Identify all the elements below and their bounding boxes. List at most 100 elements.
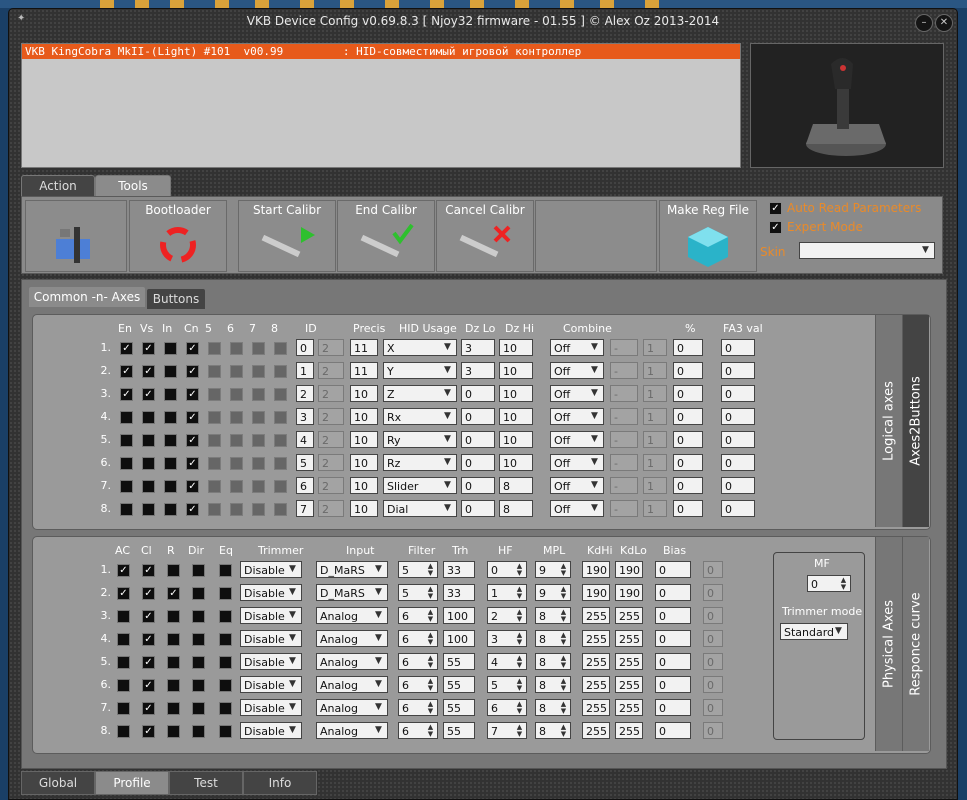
vs-checkbox[interactable] — [142, 503, 155, 516]
r-checkbox[interactable] — [167, 656, 180, 669]
trh-field[interactable]: 55 — [443, 699, 475, 716]
extra-checkbox[interactable] — [230, 434, 243, 447]
hid-usage-select[interactable]: Ry ▼ — [383, 431, 457, 448]
percent-field[interactable]: 0 — [673, 454, 703, 471]
in-checkbox[interactable] — [164, 411, 177, 424]
extra-checkbox[interactable] — [274, 365, 287, 378]
down-arrow-icon[interactable]: ▼ — [515, 616, 524, 623]
hid-usage-select[interactable]: Y ▼ — [383, 362, 457, 379]
in-checkbox[interactable] — [164, 365, 177, 378]
dir-checkbox[interactable] — [192, 633, 205, 646]
precis-field[interactable]: 10 — [350, 431, 378, 448]
precis-field[interactable]: 10 — [350, 477, 378, 494]
extra-checkbox[interactable] — [208, 480, 221, 493]
cl-checkbox[interactable]: ✓ — [142, 679, 155, 692]
input-select[interactable]: Analog ▼ — [316, 630, 388, 647]
minimize-button[interactable]: – — [915, 14, 933, 32]
precis-field[interactable]: 10 — [350, 500, 378, 517]
en-checkbox[interactable]: ✓ — [120, 388, 133, 401]
kdlo-field[interactable]: 255 — [615, 630, 643, 647]
extra-checkbox[interactable] — [274, 457, 287, 470]
precis-field[interactable]: 10 — [350, 454, 378, 471]
skin-select[interactable]: ▼ — [799, 242, 935, 259]
extra-checkbox[interactable] — [208, 503, 221, 516]
tab-global[interactable]: Global — [21, 771, 95, 795]
eq-checkbox[interactable] — [219, 679, 232, 692]
hf-stepper[interactable]: 5 ▲ ▼ — [487, 676, 527, 693]
extra-checkbox[interactable] — [208, 365, 221, 378]
down-arrow-icon[interactable]: ▼ — [559, 731, 568, 738]
precis-field[interactable]: 10 — [350, 385, 378, 402]
mf-stepper[interactable]: 0 ▲ ▼ — [807, 575, 851, 592]
hf-stepper[interactable]: 2 ▲ ▼ — [487, 607, 527, 624]
hid-usage-select[interactable]: Dial ▼ — [383, 500, 457, 517]
down-arrow-icon[interactable]: ▼ — [559, 685, 568, 692]
cn-checkbox[interactable]: ✓ — [186, 503, 199, 516]
extra-checkbox[interactable] — [274, 503, 287, 516]
filter-stepper[interactable]: 6 ▲ ▼ — [398, 607, 438, 624]
dz-hi-field[interactable]: 10 — [499, 385, 533, 402]
extra-checkbox[interactable] — [230, 480, 243, 493]
bias-field[interactable]: 0 — [655, 630, 691, 647]
dz-hi-field[interactable]: 10 — [499, 431, 533, 448]
fa3-field[interactable]: 0 — [721, 339, 755, 356]
dz-hi-field[interactable]: 10 — [499, 339, 533, 356]
id-field[interactable]: 2 — [296, 385, 314, 402]
vs-checkbox[interactable] — [142, 434, 155, 447]
id-field[interactable]: 0 — [296, 339, 314, 356]
trh-field[interactable]: 100 — [443, 630, 475, 647]
hf-stepper[interactable]: 0 ▲ ▼ — [487, 561, 527, 578]
cn-checkbox[interactable]: ✓ — [186, 457, 199, 470]
end-calibr-button[interactable]: End Calibr — [337, 200, 435, 272]
make-reg-file-button[interactable]: Make Reg File — [659, 200, 757, 272]
trimmer-select[interactable]: Disable ▼ — [240, 607, 302, 624]
vs-checkbox[interactable] — [142, 480, 155, 493]
percent-field[interactable]: 0 — [673, 408, 703, 425]
device-list-item[interactable]: VKB KingCobra MkII-(Light) #101 v00.99 :… — [22, 44, 740, 59]
down-arrow-icon[interactable]: ▼ — [515, 639, 524, 646]
en-checkbox[interactable]: ✓ — [120, 365, 133, 378]
extra-checkbox[interactable] — [252, 434, 265, 447]
cn-checkbox[interactable]: ✓ — [186, 480, 199, 493]
trh-field[interactable]: 33 — [443, 561, 475, 578]
tab-action[interactable]: Action — [21, 175, 95, 196]
kdhi-field[interactable]: 255 — [582, 653, 610, 670]
extra-checkbox[interactable] — [230, 411, 243, 424]
device-list[interactable]: VKB KingCobra MkII-(Light) #101 v00.99 :… — [21, 43, 741, 168]
filter-stepper[interactable]: 6 ▲ ▼ — [398, 630, 438, 647]
in-checkbox[interactable] — [164, 434, 177, 447]
trimmer-select[interactable]: Disable ▼ — [240, 699, 302, 716]
down-arrow-icon[interactable]: ▼ — [426, 570, 435, 577]
vs-checkbox[interactable]: ✓ — [142, 342, 155, 355]
cn-checkbox[interactable]: ✓ — [186, 411, 199, 424]
input-select[interactable]: D_MaRS ▼ — [316, 584, 388, 601]
hid-usage-select[interactable]: Z ▼ — [383, 385, 457, 402]
tab-test[interactable]: Test — [169, 771, 243, 795]
ac-checkbox[interactable] — [117, 610, 130, 623]
precis-field[interactable]: 11 — [350, 339, 378, 356]
eq-checkbox[interactable] — [219, 633, 232, 646]
bias-field[interactable]: 0 — [655, 699, 691, 716]
trimmer-select[interactable]: Disable ▼ — [240, 584, 302, 601]
hf-stepper[interactable]: 6 ▲ ▼ — [487, 699, 527, 716]
tab-axes2buttons[interactable]: Axes2Buttons — [902, 315, 929, 527]
kdhi-field[interactable]: 255 — [582, 699, 610, 716]
r-checkbox[interactable] — [167, 564, 180, 577]
expert-mode-checkbox[interactable]: ✓ — [769, 221, 782, 234]
dir-checkbox[interactable] — [192, 587, 205, 600]
dz-lo-field[interactable]: 0 — [461, 385, 495, 402]
down-arrow-icon[interactable]: ▼ — [559, 616, 568, 623]
hf-stepper[interactable]: 1 ▲ ▼ — [487, 584, 527, 601]
mpl-stepper[interactable]: 8 ▲ ▼ — [535, 676, 571, 693]
en-checkbox[interactable] — [120, 503, 133, 516]
dz-lo-field[interactable]: 0 — [461, 500, 495, 517]
filter-stepper[interactable]: 6 ▲ ▼ — [398, 653, 438, 670]
id-field[interactable]: 4 — [296, 431, 314, 448]
kdlo-field[interactable]: 255 — [615, 699, 643, 716]
bias-field[interactable]: 0 — [655, 607, 691, 624]
percent-field[interactable]: 0 — [673, 477, 703, 494]
down-arrow-icon[interactable]: ▼ — [426, 593, 435, 600]
filter-stepper[interactable]: 6 ▲ ▼ — [398, 722, 438, 739]
down-arrow-icon[interactable]: ▼ — [426, 662, 435, 669]
input-select[interactable]: Analog ▼ — [316, 722, 388, 739]
